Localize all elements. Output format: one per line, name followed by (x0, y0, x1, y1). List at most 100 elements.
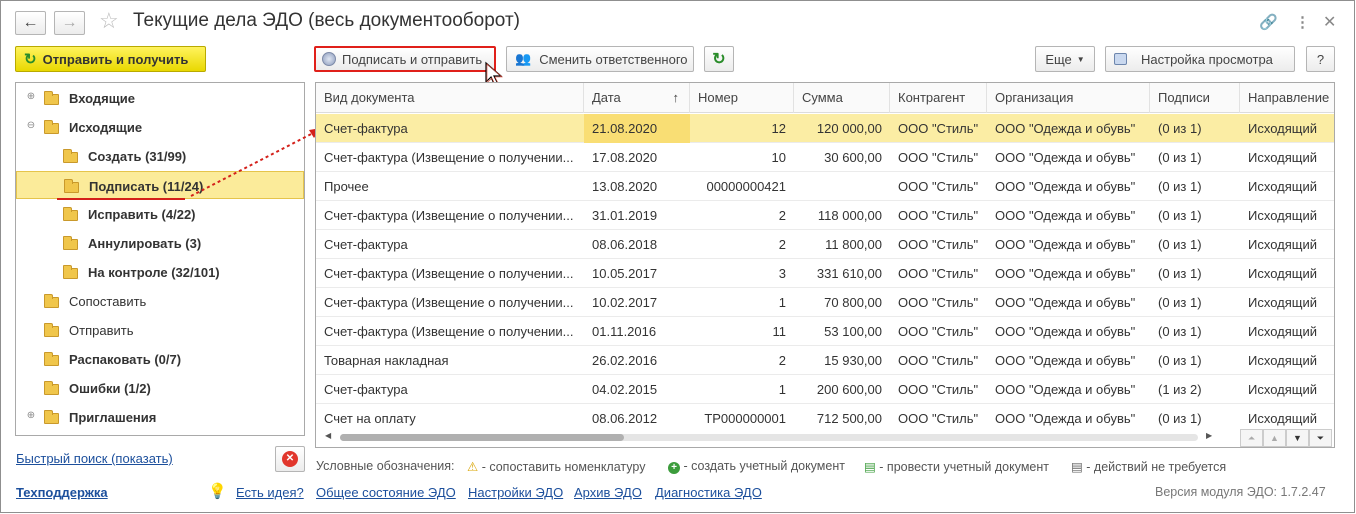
post-document-icon: ▤ (864, 460, 876, 474)
sign-send-button[interactable]: Подписать и отправить (314, 46, 496, 72)
clear-search-button[interactable]: ✕ (275, 446, 305, 472)
folder-icon (63, 265, 78, 279)
table-row[interactable]: Товарная накладная 26.02.2016 2 15 930,00 ОО… (316, 346, 1334, 375)
expand-icon[interactable]: ⊕ (26, 410, 36, 421)
tree-item[interactable]: Отправить (16, 316, 304, 344)
support-link[interactable]: Техподдержка (16, 485, 108, 500)
scroll-thumb[interactable] (340, 434, 624, 441)
edo-diagnostics-link[interactable]: Диагностика ЭДО (655, 485, 762, 500)
view-settings-button[interactable]: Настройка просмотра (1105, 46, 1295, 72)
send-receive-button[interactable]: ↻ Отправить и получить (15, 46, 206, 72)
table-cell: Счет-фактура (Извещение о получении... (324, 266, 574, 281)
table-cell: 01.11.2016 (592, 324, 657, 339)
column-header-label: Номер (698, 90, 739, 105)
tree-item[interactable]: Сопоставить (16, 287, 304, 315)
forward-button[interactable]: → (54, 11, 85, 35)
quick-search-link[interactable]: Быстрый поиск (показать) (16, 451, 173, 466)
table-cell: Счет-фактура (324, 382, 408, 397)
tree-item[interactable]: Исправить (4/22) (16, 200, 304, 228)
scroll-down-icon[interactable]: ▼ (1286, 429, 1309, 447)
column-header[interactable]: Сумма (794, 83, 890, 113)
table-cell: 00000000421 (706, 179, 786, 194)
back-button[interactable]: ← (15, 11, 46, 35)
close-icon[interactable]: ✕ (1323, 12, 1336, 32)
column-header-label: Организация (995, 90, 1074, 105)
table-cell: ООО "Одежда и обувь" (995, 150, 1136, 165)
scroll-bottom-icon[interactable]: ⏷ (1309, 429, 1332, 447)
scroll-right-icon[interactable]: ▶ (1206, 431, 1212, 440)
table-cell: 1 (778, 382, 786, 397)
legend-post-text: - провести учетный документ (879, 460, 1049, 474)
column-header-label: Дата (592, 90, 621, 105)
column-header[interactable]: Направление (1240, 83, 1334, 113)
tree-item-label: Сопоставить (69, 294, 147, 309)
tree-item[interactable]: ⊕ Входящие (16, 84, 304, 112)
column-header[interactable]: Организация (987, 83, 1150, 113)
folder-icon (44, 381, 59, 395)
tree-item[interactable]: Распаковать (0/7) (16, 345, 304, 373)
link-icon[interactable]: 🔗 (1259, 13, 1278, 31)
edo-state-link[interactable]: Общее состояние ЭДО (316, 485, 456, 500)
scroll-up-icon[interactable]: ▲ (1263, 429, 1286, 447)
settings-icon (1114, 53, 1127, 65)
table-cell: Исходящий (1248, 208, 1317, 223)
table-cell: (0 из 1) (1158, 324, 1202, 339)
column-header[interactable]: Вид документа (316, 83, 584, 113)
table-cell: ООО "Стиль" (898, 150, 979, 165)
tree-item-label: Отправить (69, 323, 134, 338)
horizontal-scrollbar[interactable]: ◀ ▶ (316, 429, 1334, 447)
table-row[interactable]: Счет-фактура (Извещение о получении... 31… (316, 201, 1334, 230)
scroll-top-icon[interactable]: ⏶ (1240, 429, 1263, 447)
table-cell: Счет-фактура (324, 121, 408, 136)
more-menu-icon[interactable]: ⋮ (1295, 13, 1310, 31)
table-row[interactable]: Счет-фактура (Извещение о получении... 10… (316, 259, 1334, 288)
table-row[interactable]: Счет-фактура 21.08.2020 12 120 000,00 ООО "С… (316, 114, 1334, 143)
tree-item[interactable]: Аннулировать (3) (16, 229, 304, 257)
sign-icon (322, 52, 336, 66)
table-cell: 120 000,00 (816, 121, 882, 136)
column-header-label: Сумма (802, 90, 843, 105)
table-cell: 21.08.2020 (584, 114, 690, 143)
table-row[interactable]: Счет-фактура (Извещение о получении... 17… (316, 143, 1334, 172)
tree-item[interactable]: ⊕ Приглашения (16, 403, 304, 431)
column-header[interactable]: Номер (690, 83, 794, 113)
table-row[interactable]: Прочее 13.08.2020 00000000421 ООО "Стиль" ОО… (316, 172, 1334, 201)
table-row[interactable]: Счет-фактура (Извещение о получении... 01… (316, 317, 1334, 346)
idea-link[interactable]: Есть идея? (236, 485, 304, 500)
table-cell: ООО "Стиль" (898, 382, 979, 397)
more-button[interactable]: Еще ▼ (1035, 46, 1095, 72)
table-row[interactable]: Счет-фактура 04.02.2015 1 200 600,00 ООО "Ст… (316, 375, 1334, 404)
table-cell: Счет-фактура (Извещение о получении... (324, 295, 574, 310)
scroll-left-icon[interactable]: ◀ (325, 431, 331, 440)
favorite-star-icon[interactable]: ☆ (99, 8, 119, 34)
table-cell: 11 (772, 324, 787, 339)
table-cell: Исходящий (1248, 353, 1317, 368)
tree-item[interactable]: Ошибки (1/2) (16, 374, 304, 402)
help-button[interactable]: ? (1306, 46, 1335, 72)
column-header[interactable]: Подписи (1150, 83, 1240, 113)
arrow-left-icon: ← (22, 14, 39, 31)
table-row[interactable]: Счет-фактура (Извещение о получении... 10… (316, 288, 1334, 317)
change-responsible-button[interactable]: 👥 Сменить ответственного (506, 46, 694, 72)
tree-item[interactable]: На контроле (32/101) (16, 258, 304, 286)
table-cell: 30 600,00 (824, 150, 882, 165)
table-row[interactable]: Счет-фактура 08.06.2018 2 11 800,00 ООО "Сти… (316, 230, 1334, 259)
table-cell: Счет-фактура (324, 237, 408, 252)
expand-icon[interactable]: ⊕ (26, 91, 36, 102)
column-header-label: Вид документа (324, 90, 415, 105)
legend-none-text: - действий не требуется (1086, 460, 1227, 474)
edo-archive-link[interactable]: Архив ЭДО (574, 485, 642, 500)
table-cell: Исходящий (1248, 237, 1317, 252)
edo-settings-link[interactable]: Настройки ЭДО (468, 485, 563, 500)
table-cell: Исходящий (1248, 121, 1317, 136)
collapse-icon[interactable]: ⊖ (26, 120, 36, 131)
refresh-icon: ↻ (24, 51, 37, 68)
table-cell: 10.02.2017 (592, 295, 658, 310)
table-cell: (0 из 1) (1158, 266, 1202, 281)
tree-item-label: Входящие (69, 91, 135, 106)
column-header[interactable]: Дата ↑ (584, 83, 690, 113)
refresh-button[interactable]: ↻ (704, 46, 734, 72)
folder-icon (63, 149, 78, 163)
legend-create-text: - создать учетный документ (683, 459, 845, 473)
column-header[interactable]: Контрагент (890, 83, 987, 113)
